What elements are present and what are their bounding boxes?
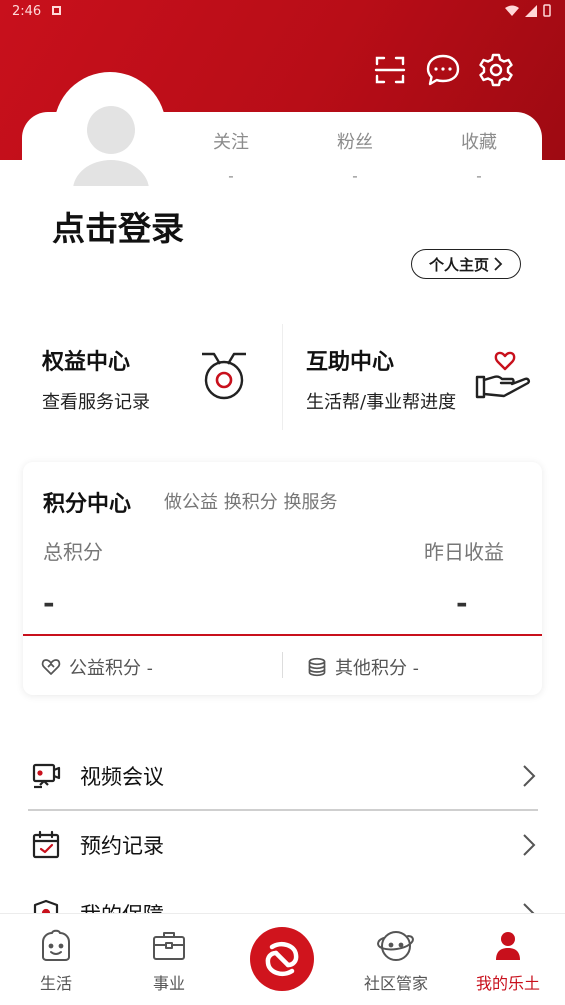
mutual-aid-center[interactable]: 互助中心 生活帮/事业帮进度 (306, 344, 456, 414)
default-avatar-icon (73, 106, 149, 186)
homepage-button-label: 个人主页 (428, 255, 489, 274)
smile-face-icon (42, 929, 70, 961)
feature-title: 互助中心 (306, 349, 395, 375)
points-subtitle: 做公益 换积分 换服务 (164, 492, 338, 513)
feature-divider (282, 324, 283, 430)
tab-community-butler[interactable]: 社区管家 (351, 928, 441, 994)
calendar-check-icon (32, 830, 60, 859)
chevron-right-icon (494, 257, 503, 271)
stat-value: - (352, 166, 358, 185)
stat-followers[interactable]: 粉丝 - (310, 128, 400, 185)
total-points-value: - (43, 586, 55, 619)
signal-icon (525, 4, 537, 17)
tab-label: 生活 (39, 974, 72, 993)
other-points-label: 其他积分 - (335, 658, 419, 679)
menu-video-meeting[interactable]: 视频会议 (28, 742, 540, 810)
stat-following[interactable]: 关注 - (186, 128, 276, 185)
benefits-center[interactable]: 权益中心 查看服务记录 (42, 344, 150, 414)
tab-label: 社区管家 (363, 974, 428, 993)
homepage-button[interactable]: 个人主页 (411, 249, 521, 279)
other-points[interactable]: 其他积分 - (307, 654, 419, 680)
scan-button[interactable] (372, 52, 408, 88)
charity-points[interactable]: 公益积分 - (41, 654, 153, 680)
planet-face-icon (377, 931, 414, 961)
briefcase-icon (153, 932, 185, 960)
medal-icon (202, 352, 246, 400)
battery-icon (543, 4, 551, 17)
chevron-right-icon (523, 834, 536, 856)
chat-bubble-icon (426, 54, 460, 86)
status-bar: 2:46 (0, 0, 565, 24)
feature-title: 权益中心 (42, 349, 131, 375)
stat-label: 关注 (213, 132, 249, 153)
menu-label: 视频会议 (80, 765, 164, 789)
person-icon (496, 932, 520, 960)
status-time: 2:46 (12, 4, 42, 19)
center-home-button[interactable] (250, 927, 314, 991)
stat-favorites[interactable]: 收藏 - (434, 128, 524, 185)
charity-points-label: 公益积分 - (69, 658, 153, 679)
stat-label: 收藏 (461, 132, 497, 153)
points-title: 积分中心 (43, 491, 132, 517)
heart-outline-icon (41, 659, 61, 675)
chevron-right-icon (523, 765, 536, 787)
points-bottom-divider (282, 652, 283, 678)
wifi-icon (505, 5, 519, 16)
settings-button[interactable] (478, 52, 514, 88)
video-meeting-icon (32, 763, 61, 789)
avatar[interactable] (72, 90, 150, 186)
scan-icon (374, 56, 406, 84)
points-divider (23, 634, 542, 636)
message-button[interactable] (425, 52, 461, 88)
login-link[interactable]: 点击登录 (52, 202, 184, 250)
tab-career[interactable]: 事业 (124, 928, 214, 994)
coin-stack-icon (308, 657, 326, 677)
stat-label: 粉丝 (337, 132, 373, 153)
menu-label: 预约记录 (80, 834, 164, 858)
stat-value: - (476, 166, 482, 185)
tab-my-paradise[interactable]: 我的乐土 (463, 928, 553, 994)
yesterday-earnings-label: 昨日收益 (424, 540, 504, 564)
notification-icon (52, 6, 61, 15)
menu-appointment-records[interactable]: 预约记录 (28, 811, 540, 879)
yesterday-earnings-value: - (456, 586, 468, 619)
feature-subtitle: 查看服务记录 (42, 392, 150, 413)
bottom-tab-bar: 生活 事业 社区管家 我的乐土 (0, 913, 565, 1005)
feature-subtitle: 生活帮/事业帮进度 (306, 392, 457, 413)
points-center-card[interactable]: 积分中心 做公益 换积分 换服务 总积分 昨日收益 - - 公益积分 - 其他积… (23, 462, 542, 695)
app-logo-icon (265, 942, 299, 976)
tab-life[interactable]: 生活 (11, 928, 101, 994)
total-points-label: 总积分 (43, 540, 103, 564)
gear-icon (479, 53, 513, 87)
heart-hand-icon (475, 351, 530, 399)
stat-value: - (228, 166, 234, 185)
tab-label: 事业 (152, 974, 185, 993)
tab-label: 我的乐土 (475, 974, 540, 993)
